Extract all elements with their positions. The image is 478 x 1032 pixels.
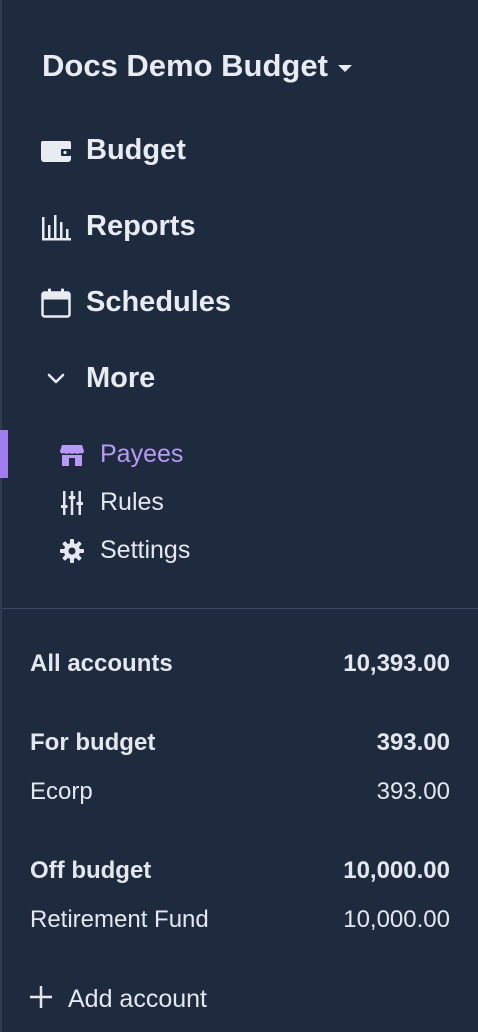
off-budget-balance: 10,000.00 <box>343 857 450 884</box>
budget-switcher[interactable]: Docs Demo Budget <box>42 48 352 84</box>
off-budget-label: Off budget <box>30 857 152 884</box>
account-name-retirement-fund: Retirement Fund <box>30 906 209 933</box>
sidebar: Docs Demo Budget Budget Reports Schedule… <box>0 0 478 1032</box>
all-accounts-label: All accounts <box>30 650 173 677</box>
add-account-label: Add account <box>68 984 207 1013</box>
nav-settings-label: Settings <box>100 536 191 564</box>
nav-more-label: More <box>86 362 156 394</box>
for-budget-row[interactable]: For budget 393.00 <box>30 729 450 757</box>
for-budget-balance: 393.00 <box>376 729 450 756</box>
nav-budget-label: Budget <box>86 134 186 166</box>
active-indicator <box>0 430 8 478</box>
all-accounts-balance: 10,393.00 <box>343 650 450 677</box>
plus-icon <box>30 984 52 1014</box>
account-row-retirement-fund[interactable]: Retirement Fund 10,000.00 <box>30 906 450 934</box>
nav-reports-label: Reports <box>86 210 196 242</box>
budget-name: Docs Demo Budget <box>42 48 328 83</box>
nav-more-toggle[interactable]: More <box>40 362 155 395</box>
account-row-ecorp[interactable]: Ecorp 393.00 <box>30 778 450 806</box>
nav-budget[interactable]: Budget <box>40 134 186 167</box>
wallet-icon <box>40 135 72 167</box>
account-name-ecorp: Ecorp <box>30 778 93 805</box>
calendar-icon <box>40 287 72 319</box>
bar-chart-icon <box>40 211 72 243</box>
chevron-down-icon <box>40 363 72 395</box>
nav-rules-label: Rules <box>100 488 164 516</box>
nav-settings[interactable]: Settings <box>60 536 190 565</box>
nav-schedules[interactable]: Schedules <box>40 286 231 319</box>
caret-down-icon <box>337 64 352 72</box>
all-accounts-row[interactable]: All accounts 10,393.00 <box>30 650 450 678</box>
for-budget-label: For budget <box>30 729 156 756</box>
sliders-icon <box>60 490 84 515</box>
nav-payees[interactable]: Payees <box>60 440 183 469</box>
nav-reports[interactable]: Reports <box>40 210 196 243</box>
nav-payees-label: Payees <box>100 440 184 468</box>
gear-icon <box>60 538 84 563</box>
divider <box>2 608 478 609</box>
account-balance-retirement-fund: 10,000.00 <box>343 906 450 933</box>
store-icon <box>60 443 84 467</box>
account-balance-ecorp: 393.00 <box>376 778 450 805</box>
off-budget-row[interactable]: Off budget 10,000.00 <box>30 857 450 885</box>
nav-rules[interactable]: Rules <box>60 488 164 517</box>
add-account-button[interactable]: Add account <box>30 984 207 1014</box>
nav-schedules-label: Schedules <box>86 286 232 318</box>
